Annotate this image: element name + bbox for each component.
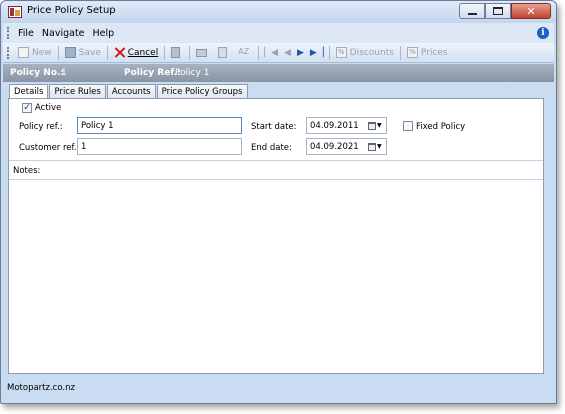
details-panel: ✓ Active Policy ref.: Start date: 04.09.… <box>8 98 544 374</box>
policy-ref-field-label: Policy ref.: <box>19 122 63 132</box>
close-button[interactable]: ✕ <box>511 3 551 19</box>
policy-no-label: Policy No.: <box>10 68 65 78</box>
cancel-button-label: Cancel <box>127 47 159 58</box>
menu-help[interactable]: Help <box>89 28 119 39</box>
save-icon <box>64 47 76 58</box>
start-date-value: 04.09.2011 <box>310 121 359 131</box>
tab-price-rules[interactable]: Price Rules <box>49 84 106 99</box>
new-document-icon <box>18 47 29 58</box>
discount-percent-icon: % <box>335 47 347 58</box>
fixed-policy-label: Fixed Policy <box>416 122 466 132</box>
end-date-picker[interactable]: 04.09.2021 ▼ <box>306 138 387 155</box>
trash-icon <box>171 47 181 58</box>
toolbar-separator <box>399 45 401 60</box>
save-button-label: Save <box>78 47 101 58</box>
calendar-icon <box>368 121 376 130</box>
tab-strip: Details Price Rules Accounts Price Polic… <box>9 84 249 100</box>
tab-price-policy-groups[interactable]: Price Policy Groups <box>156 84 248 99</box>
info-icon[interactable]: i <box>537 27 549 39</box>
maximize-icon <box>493 7 503 15</box>
minimize-button[interactable] <box>459 3 485 19</box>
active-label: Active <box>35 103 62 113</box>
prices-percent-icon: % <box>406 47 418 58</box>
discounts-button[interactable]: % Discounts <box>332 47 398 58</box>
toolbar: New Save Cancel AZ ▏◀ ◀ ▶ ▶▕ % Discounts … <box>3 43 554 63</box>
end-date-dropdown[interactable]: ▼ <box>368 141 384 152</box>
chevron-down-icon: ▼ <box>377 122 382 129</box>
section-divider <box>9 160 543 161</box>
toolbar-separator <box>164 45 166 60</box>
active-checkbox[interactable]: ✓ <box>22 103 32 113</box>
customer-ref-field-label: Customer ref.: <box>19 143 80 153</box>
menu-grip-icon[interactable] <box>7 27 10 39</box>
copy-icon <box>218 47 228 58</box>
cancel-x-icon <box>114 47 125 58</box>
menu-navigate[interactable]: Navigate <box>38 28 89 39</box>
prices-button-label: Prices <box>420 47 448 58</box>
new-button[interactable]: New <box>14 47 56 58</box>
new-button-label: New <box>32 47 52 58</box>
status-text: Motopartz.co.nz <box>7 383 75 393</box>
print-button[interactable] <box>192 48 214 57</box>
copy-button[interactable] <box>214 47 234 58</box>
toolbar-separator <box>189 45 191 60</box>
toolbar-separator <box>258 45 260 60</box>
policy-header-bar: Policy No.: 1 Policy Ref.: Policy 1 <box>3 64 554 82</box>
tab-accounts[interactable]: Accounts <box>106 84 156 99</box>
start-date-label: Start date: <box>251 122 297 132</box>
start-date-picker[interactable]: 04.09.2011 ▼ <box>306 117 387 134</box>
start-date-dropdown[interactable]: ▼ <box>368 120 384 131</box>
sort-icon: AZ <box>238 47 250 56</box>
chevron-down-icon: ▼ <box>377 143 382 150</box>
maximize-button[interactable] <box>485 3 511 19</box>
print-icon <box>196 48 208 57</box>
toolbar-separator <box>106 45 108 60</box>
window-controls: ✕ <box>459 3 551 19</box>
menu-file[interactable]: File <box>14 28 38 39</box>
toolbar-separator <box>328 45 330 60</box>
previous-record-icon[interactable]: ◀ <box>281 48 294 58</box>
delete-button[interactable] <box>167 47 187 58</box>
save-button[interactable]: Save <box>61 47 105 58</box>
policy-ref-value: Policy 1 <box>175 68 210 78</box>
policy-ref-input[interactable] <box>77 117 242 134</box>
title-bar[interactable]: Price Policy Setup ✕ <box>1 1 556 23</box>
app-icon <box>8 6 22 18</box>
toolbar-separator <box>57 45 59 60</box>
notes-textarea[interactable] <box>9 180 543 373</box>
toolbar-grip-icon[interactable] <box>7 46 10 59</box>
cancel-button[interactable]: Cancel <box>110 47 163 58</box>
policy-ref-label: Policy Ref.: <box>124 68 181 78</box>
window-title: Price Policy Setup <box>27 5 116 16</box>
end-date-label: End date: <box>251 143 292 153</box>
first-record-icon[interactable]: ▏◀ <box>261 48 281 58</box>
minimize-icon <box>467 13 477 15</box>
menu-bar: File Navigate Help i <box>3 23 554 43</box>
customer-ref-input[interactable] <box>77 138 242 155</box>
calendar-icon <box>368 142 376 151</box>
notes-label: Notes: <box>13 166 41 176</box>
last-record-icon[interactable]: ▶▕ <box>307 48 327 58</box>
close-icon: ✕ <box>526 4 536 18</box>
fixed-policy-checkbox[interactable] <box>403 121 413 131</box>
end-date-value: 04.09.2021 <box>310 142 359 152</box>
next-record-icon[interactable]: ▶ <box>294 48 307 58</box>
sort-button[interactable]: AZ <box>234 47 256 58</box>
price-policy-window: Price Policy Setup ✕ File Navigate Help … <box>0 0 557 404</box>
policy-no-value: 1 <box>61 68 67 78</box>
discounts-button-label: Discounts <box>349 47 394 58</box>
status-bar: Motopartz.co.nz <box>3 378 554 400</box>
prices-button[interactable]: % Prices <box>403 47 452 58</box>
